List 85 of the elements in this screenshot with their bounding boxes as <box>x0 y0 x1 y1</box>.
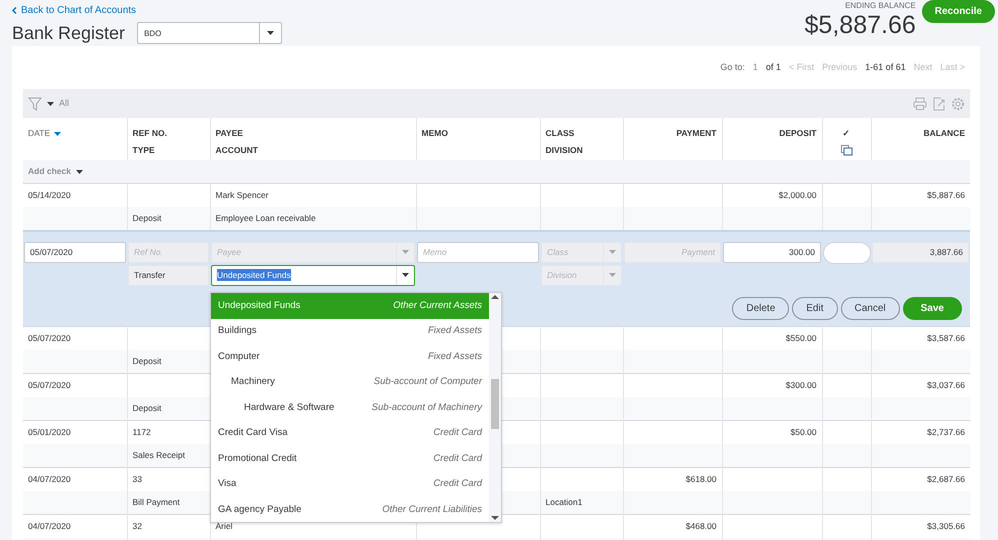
action-button[interactable]: Delete <box>732 296 790 320</box>
record-range: 1-61 of 61 <box>865 60 906 74</box>
column-header[interactable]: MEMO <box>422 128 448 138</box>
back-link[interactable]: Back to Chart of Accounts <box>12 3 282 18</box>
action-button[interactable]: Cancel <box>840 296 900 320</box>
go-to-label: Go to: <box>720 60 745 74</box>
table-cell: Location1 <box>546 497 582 508</box>
page-title: Bank Register <box>12 22 126 44</box>
table-cell: $300.00 <box>786 380 816 390</box>
copy-icon[interactable] <box>840 145 852 156</box>
column-header[interactable]: DEPOSIT <box>779 128 816 138</box>
column-header: ✓ <box>842 128 850 138</box>
dropdown-item[interactable]: Computer Fixed Assets <box>211 344 489 370</box>
table-cell: $2,737.66 <box>927 427 965 438</box>
dropdown-item[interactable]: Credit Card Visa Credit Card <box>211 420 489 446</box>
column-header: DIVISION <box>546 145 583 155</box>
table-cell: Deposit <box>132 212 162 223</box>
table-cell: 05/14/2020 <box>28 190 71 200</box>
caret-icon[interactable] <box>402 273 409 277</box>
table-cell: $2,000.00 <box>778 190 816 200</box>
column-header[interactable]: REF NO. <box>132 128 167 138</box>
ending-balance-label: ENDING BALANCE <box>844 0 916 12</box>
table-cell: Sales Receipt <box>132 450 185 460</box>
filter-icon[interactable] <box>28 96 42 110</box>
chevron-left-icon <box>12 7 17 14</box>
table-cell: Bill Payment <box>132 497 180 508</box>
table-cell: Mark Spencer <box>216 190 268 200</box>
table-cell: 33 <box>132 474 142 484</box>
dropdown-item[interactable]: GA agency Payable Other Current Liabilities <box>211 497 489 522</box>
class-field[interactable]: Class <box>541 242 622 262</box>
column-header[interactable]: BALANCE <box>923 128 965 138</box>
table-cell: 05/07/2020 <box>28 380 71 390</box>
action-button[interactable]: Edit <box>792 296 838 320</box>
account-field[interactable]: Undeposited Funds <box>211 264 415 286</box>
scroll-up-icon[interactable] <box>491 295 499 299</box>
dropdown-item[interactable]: Visa Credit Card <box>211 472 489 497</box>
table-cell: $3,305.66 <box>927 521 965 532</box>
table-cell: $2,687.66 <box>927 474 965 484</box>
dropdown-item[interactable]: Machinery Sub-account of Computer <box>211 370 489 395</box>
page-count: of 1 <box>766 60 781 74</box>
scrollbar-thumb[interactable] <box>491 379 499 429</box>
table-cell: 04/07/2020 <box>28 521 71 532</box>
table-cell: 04/07/2020 <box>28 474 71 484</box>
column-header[interactable]: CLASS <box>546 128 574 138</box>
payment-field[interactable]: Payment <box>624 242 721 262</box>
dropdown-item[interactable]: Hardware & Software Sub-account of Machinery <box>211 395 489 420</box>
ending-balance-amount: $5,887.66 <box>804 12 916 38</box>
column-header: ACCOUNT <box>216 145 258 155</box>
table-cell: $618.00 <box>686 474 716 484</box>
column-header[interactable]: DATE <box>28 128 50 138</box>
settings-icon[interactable] <box>951 96 965 110</box>
balance-field[interactable]: 3,887.66 <box>872 242 969 262</box>
ref-no-field[interactable]: Ref No. <box>128 242 209 262</box>
reconcile-status-field[interactable] <box>823 242 871 264</box>
date-field[interactable]: 05/07/2020 <box>24 242 126 262</box>
table-cell: $3,037.66 <box>927 380 965 390</box>
caret-icon[interactable] <box>267 31 274 35</box>
table-cell: $3,587.66 <box>927 333 965 344</box>
export-icon[interactable] <box>932 96 946 110</box>
table-cell: 32 <box>132 521 142 532</box>
table-cell: 05/07/2020 <box>28 333 71 344</box>
table-cell: 1172 <box>132 427 151 438</box>
table-cell: Employee Loan receivable <box>216 212 316 223</box>
table-cell: $50.00 <box>790 427 816 438</box>
column-header[interactable]: PAYEE <box>216 128 243 138</box>
table-cell: Deposit <box>132 356 162 366</box>
table-cell: Ariel <box>216 521 233 532</box>
type-field[interactable]: Transfer <box>128 264 209 286</box>
dropdown-item[interactable]: Promotional Credit Credit Card <box>211 446 489 472</box>
caret-icon[interactable] <box>76 170 83 174</box>
table-cell: $550.00 <box>786 333 816 344</box>
division-field[interactable]: Division <box>541 264 622 286</box>
table-cell: Deposit <box>132 403 162 414</box>
payee-field[interactable]: Payee <box>211 242 415 262</box>
table-cell: $5,887.66 <box>927 190 965 200</box>
table-cell: 05/01/2020 <box>28 427 71 438</box>
dropdown-item[interactable]: Buildings Fixed Assets <box>211 318 489 344</box>
column-header[interactable]: PAYMENT <box>676 128 716 138</box>
table-cell: $468.00 <box>686 521 716 532</box>
account-select[interactable]: BDO <box>137 22 282 44</box>
deposit-field[interactable]: 300.00 <box>723 242 821 262</box>
caret-icon[interactable] <box>47 102 54 106</box>
column-header: TYPE <box>132 145 155 155</box>
print-icon[interactable] <box>913 96 927 110</box>
memo-field[interactable]: Memo <box>417 242 539 262</box>
